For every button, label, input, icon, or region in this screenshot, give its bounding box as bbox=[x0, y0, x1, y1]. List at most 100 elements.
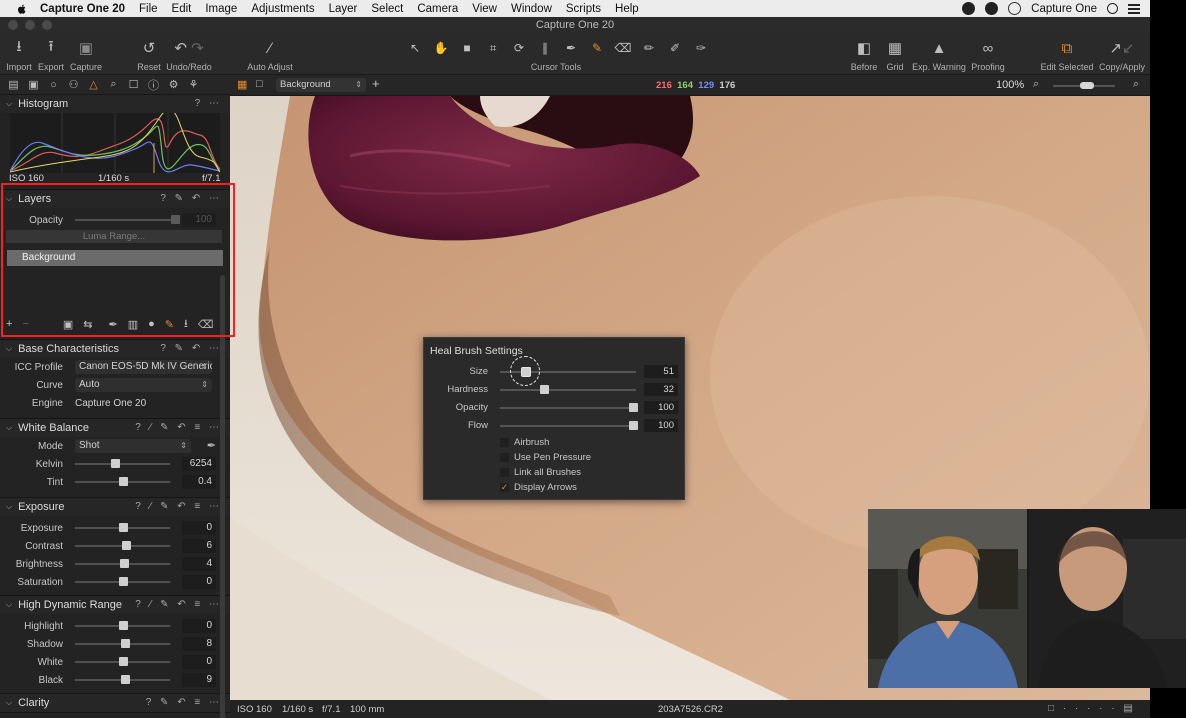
details-tab-icon[interactable]: ⌕ bbox=[106, 78, 121, 92]
menu-file[interactable]: File bbox=[139, 3, 158, 15]
menu-camera[interactable]: Camera bbox=[417, 3, 458, 15]
apple-menu-icon[interactable] bbox=[14, 3, 30, 15]
kelvin-slider-track[interactable] bbox=[75, 463, 170, 465]
panel-controls-icon[interactable]: ? ✎ ↶ ⋯ bbox=[160, 193, 222, 204]
checkmark-icon[interactable]: ✓ bbox=[500, 483, 509, 492]
hdr-slider-value[interactable]: 8 bbox=[182, 637, 216, 651]
erase-mask-icon[interactable]: ⌫ bbox=[198, 318, 214, 331]
menu-help[interactable]: Help bbox=[615, 3, 639, 15]
proofing-button[interactable]: ∞ Proofing bbox=[970, 33, 1006, 75]
opacity-slider-knob[interactable] bbox=[171, 215, 180, 224]
zoom-level[interactable]: 100% bbox=[996, 79, 1024, 91]
heal-slider-value[interactable]: 100 bbox=[644, 419, 678, 432]
capture-button[interactable]: ▣ Capture bbox=[69, 33, 103, 75]
gradient-mask-icon[interactable]: ✐ bbox=[665, 39, 685, 57]
tint-value[interactable]: 0.4 bbox=[182, 475, 216, 489]
exposure-tab-icon[interactable]: △ bbox=[86, 78, 101, 92]
wb-picker-icon[interactable]: ✒ bbox=[207, 439, 216, 452]
white-balance-header[interactable]: ⌵ White Balance ? ∕ ✎ ↶ ≡ ⋯ bbox=[0, 419, 230, 437]
menu-select[interactable]: Select bbox=[371, 3, 403, 15]
add-layer-icon[interactable]: + bbox=[6, 318, 12, 330]
tools-scrollbar[interactable] bbox=[220, 275, 225, 718]
hdr-slider-value[interactable]: 0 bbox=[182, 619, 216, 633]
spotlight-search-icon[interactable] bbox=[1107, 3, 1118, 14]
lens-tab-icon[interactable]: ○ bbox=[46, 78, 61, 92]
heal-slider-value[interactable]: 100 bbox=[644, 401, 678, 414]
checkbox-icon[interactable] bbox=[500, 438, 509, 447]
radial-gradient-icon[interactable]: ● bbox=[148, 318, 155, 330]
hdr-slider-knob[interactable] bbox=[121, 639, 131, 648]
clarity-header[interactable]: ⌵ Clarity ? ✎ ↶ ≡ ⋯ bbox=[0, 694, 230, 712]
curve-select[interactable]: Auto ⇕ bbox=[75, 378, 212, 392]
menu-window[interactable]: Window bbox=[511, 3, 552, 15]
layer-item-background[interactable]: Background bbox=[7, 250, 223, 266]
auto-adjust-button[interactable]: ∕ Auto Adjust bbox=[246, 33, 294, 75]
single-view-icon[interactable]: □ bbox=[256, 78, 263, 90]
menu-adjustments[interactable]: Adjustments bbox=[251, 3, 314, 15]
status-menu-icon[interactable] bbox=[985, 2, 999, 15]
grid-button[interactable]: ▦ Grid bbox=[884, 33, 906, 75]
loupe-icon[interactable]: ■ bbox=[457, 39, 477, 57]
panel-controls-icon[interactable]: ? ⋯ bbox=[195, 98, 222, 109]
add-layer-icon[interactable]: + bbox=[372, 76, 380, 91]
copy-apply-button[interactable]: ↗ ↙ Copy/Apply bbox=[1098, 33, 1146, 75]
icc-profile-select[interactable]: Canon EOS-5D Mk IV Generic ⇕ bbox=[75, 360, 212, 374]
panel-controls-icon[interactable]: ? ∕ ✎ ↶ ≡ ⋯ bbox=[135, 422, 222, 433]
hdr-slider-knob[interactable] bbox=[118, 621, 128, 630]
batch-tab-icon[interactable]: ⚘ bbox=[186, 78, 201, 92]
heal-slider-value[interactable]: 51 bbox=[644, 365, 678, 378]
remove-layer-icon[interactable]: − bbox=[22, 318, 28, 330]
heal-option-checkbox[interactable]: ✓ Display Arrows bbox=[500, 481, 680, 495]
menu-scripts[interactable]: Scripts bbox=[566, 3, 601, 15]
draw-mask-tool-icon[interactable]: ✒ bbox=[109, 318, 118, 331]
status-check-icon[interactable] bbox=[962, 2, 976, 15]
panel-controls-icon[interactable]: ? ✎ ↶ ⋯ bbox=[160, 343, 222, 354]
heal-option-checkbox[interactable]: Use Pen Pressure bbox=[500, 451, 680, 465]
metadata-tab-icon[interactable]: ⓘ bbox=[146, 78, 161, 92]
kelvin-slider-knob[interactable] bbox=[110, 459, 120, 468]
exposure-slider-knob[interactable] bbox=[118, 523, 128, 532]
opacity-value[interactable]: 100 bbox=[182, 213, 216, 227]
hdr-header[interactable]: ⌵ High Dynamic Range ? ∕ ✎ ↶ ≡ ⋯ bbox=[0, 596, 230, 614]
picker-icon[interactable]: ✒ bbox=[561, 39, 581, 57]
capture-tab-icon[interactable]: ▣ bbox=[26, 78, 41, 92]
exposure-slider-value[interactable]: 4 bbox=[182, 557, 216, 571]
histogram-header[interactable]: ⌵ Histogram ? ⋯ bbox=[0, 95, 230, 113]
zoom-in-icon[interactable]: ⌕ bbox=[1133, 78, 1139, 91]
exposure-slider-knob[interactable] bbox=[118, 577, 128, 586]
layers-header[interactable]: ⌵ Layers ? ✎ ↶ ⋯ bbox=[0, 190, 230, 208]
heal-slider-track[interactable] bbox=[500, 425, 636, 427]
menu-image[interactable]: Image bbox=[205, 3, 237, 15]
draw-mask-icon[interactable]: ✏ bbox=[639, 39, 659, 57]
fill-mask-icon[interactable]: ⭳ bbox=[184, 315, 188, 334]
heal-slider-knob[interactable] bbox=[629, 421, 639, 430]
exposure-header[interactable]: ⌵ Exposure ? ∕ ✎ ↶ ≡ ⋯ bbox=[0, 498, 230, 516]
heal-brush-icon[interactable]: ✎ bbox=[587, 39, 607, 57]
before-button[interactable]: ◧ Before bbox=[850, 33, 878, 75]
hdr-slider-knob[interactable] bbox=[118, 657, 128, 666]
heal-slider-knob[interactable] bbox=[539, 385, 549, 394]
select-cursor-icon[interactable]: ↖ bbox=[405, 39, 425, 57]
base-characteristics-header[interactable]: ⌵ Base Characteristics ? ✎ ↶ ⋯ bbox=[0, 340, 230, 358]
kelvin-value[interactable]: 6254 bbox=[182, 457, 216, 471]
crop-icon[interactable]: ⌗ bbox=[483, 39, 503, 57]
hdr-slider-knob[interactable] bbox=[121, 675, 131, 684]
eraser-icon[interactable]: ⌫ bbox=[613, 39, 633, 57]
checkbox-icon[interactable] bbox=[500, 468, 509, 477]
heal-slider-value[interactable]: 32 bbox=[644, 383, 678, 396]
exposure-slider-value[interactable]: 0 bbox=[182, 521, 216, 535]
edit-selected-button[interactable]: ⧉ Edit Selected bbox=[1040, 33, 1094, 75]
keystone-icon[interactable]: ∥ bbox=[535, 39, 555, 57]
invert-mask-icon[interactable]: ⇆ bbox=[83, 318, 92, 331]
menu-layer[interactable]: Layer bbox=[329, 3, 358, 15]
notification-center-icon[interactable] bbox=[1128, 3, 1140, 14]
menubar-app-label[interactable]: Capture One bbox=[1031, 3, 1097, 15]
color-tab-icon[interactable]: ⚇ bbox=[66, 78, 81, 92]
panel-controls-icon[interactable]: ? ∕ ✎ ↶ ≡ ⋯ bbox=[135, 599, 222, 610]
reset-button[interactable]: ↺ Reset bbox=[136, 33, 162, 75]
hdr-slider-value[interactable]: 9 bbox=[182, 673, 216, 687]
menu-app-name[interactable]: Capture One 20 bbox=[40, 3, 125, 15]
adjustments-tab-icon[interactable]: ☐ bbox=[126, 78, 141, 92]
heal-option-checkbox[interactable]: Airbrush bbox=[500, 436, 680, 450]
menu-edit[interactable]: Edit bbox=[172, 3, 192, 15]
